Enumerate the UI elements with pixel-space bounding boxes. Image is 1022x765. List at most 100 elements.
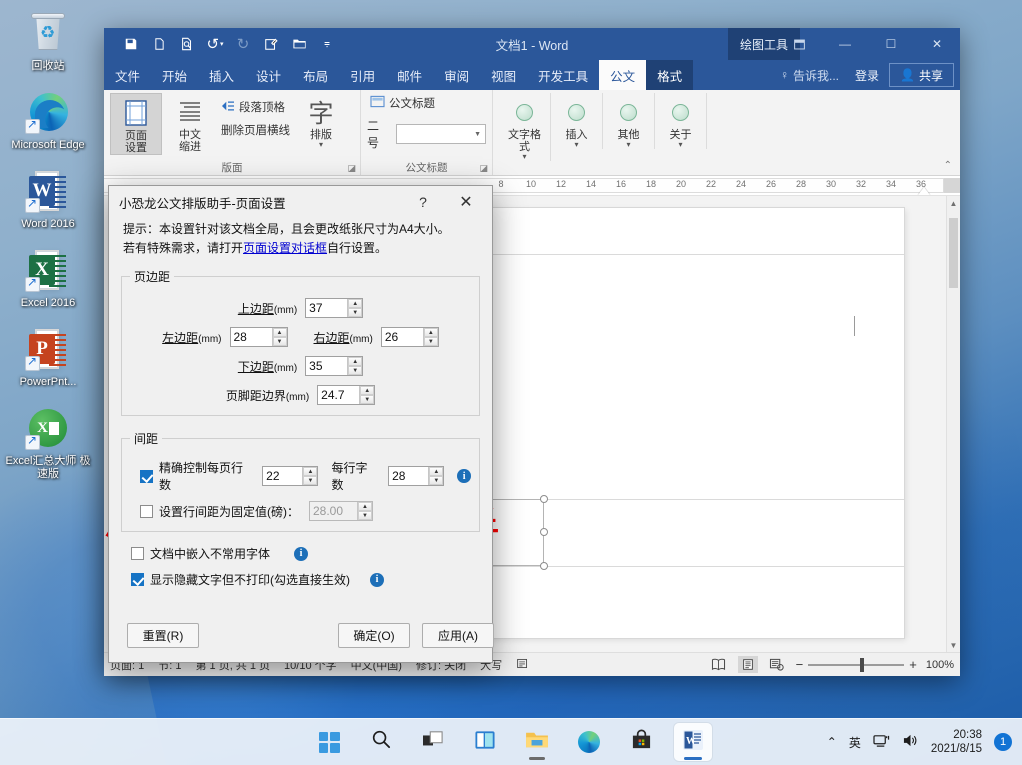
info-icon[interactable]: i [370,572,384,587]
volume-icon[interactable] [902,733,919,751]
spin-up-icon[interactable]: ▲ [358,502,372,511]
spin-up-icon[interactable]: ▲ [429,467,444,476]
desktop-icon-recycle-bin[interactable]: ♻ 回收站 [0,6,96,77]
notification-badge[interactable]: 1 [994,733,1012,751]
clock[interactable]: 20:38 2021/8/15 [931,728,982,756]
left-margin-spinner[interactable]: ▲▼ [229,327,288,347]
desktop-icon-powerpoint[interactable]: P PowerPnt... [0,322,96,393]
indent-marker[interactable] [918,187,930,195]
vertical-scrollbar[interactable]: ▲ ▼ [946,196,960,652]
footer-distance-spinner[interactable]: ▲▼ [317,385,376,405]
tab-insert[interactable]: 插入 [198,60,245,90]
font-name-combo[interactable]: ▼ [396,124,486,144]
tab-view[interactable]: 视图 [480,60,527,90]
redo-icon[interactable]: ↻ [230,32,256,56]
spin-up-icon[interactable]: ▲ [272,328,287,337]
spin-up-icon[interactable]: ▲ [360,386,375,395]
spin-up-icon[interactable]: ▲ [303,467,318,476]
fixed-line-spacing-input[interactable] [310,502,357,520]
edit-icon[interactable] [258,32,284,56]
zoom-out-button[interactable]: − [796,657,804,672]
sign-in-button[interactable]: 登录 [847,60,887,90]
zoom-slider[interactable]: − + [796,657,917,672]
maximize-button[interactable]: ☐ [868,28,914,60]
bottom-margin-spinner[interactable]: ▲▼ [305,356,364,376]
paragraph-align-top-button[interactable]: 段落顶格 [218,97,293,117]
resize-handle-br[interactable] [540,562,548,570]
other-button[interactable]: 其他 ▾ [603,93,655,149]
spin-down-icon[interactable]: ▼ [429,476,444,485]
resize-handle-tr[interactable] [540,495,548,503]
zoom-thumb[interactable] [860,657,865,672]
zoom-level[interactable]: 100% [926,659,954,671]
desktop-icon-word-2016[interactable]: W Word 2016 [0,164,96,235]
font-layout-button[interactable]: 字 排版 ▾ [295,93,347,149]
tab-gongwen[interactable]: 公文 [599,60,647,90]
bottom-margin-input[interactable] [306,357,348,375]
collapse-ribbon-icon[interactable]: ⌃ [944,160,952,171]
taskbar-start-button[interactable] [310,723,348,761]
show-hidden-text-checkbox[interactable] [131,573,144,586]
spin-up-icon[interactable]: ▲ [348,299,363,308]
taskbar-task-view-button[interactable] [414,723,452,761]
spin-down-icon[interactable]: ▼ [272,337,287,346]
spin-up-icon[interactable]: ▲ [423,328,438,337]
taskbar-word-button[interactable]: W [674,723,712,761]
right-margin-spinner[interactable]: ▲▼ [380,327,439,347]
ribbon-display-options-icon[interactable] [776,28,822,60]
spin-down-icon[interactable]: ▼ [360,395,375,404]
close-button[interactable]: ✕ [914,28,960,60]
desktop-icon-microsoft-edge[interactable]: Microsoft Edge [0,85,96,156]
tab-layout[interactable]: 布局 [292,60,339,90]
dialog-close-button[interactable]: ✕ [446,186,486,218]
fixed-line-spacing-spinner[interactable]: ▲▼ [309,501,373,521]
remove-header-line-button[interactable]: 删除页眉横线 [218,120,293,140]
page-setup-dialog-link[interactable]: 页面设置对话框 [243,241,327,255]
zoom-in-button[interactable]: + [909,657,917,672]
left-margin-input[interactable] [230,328,272,346]
spin-down-icon[interactable]: ▼ [423,337,438,346]
tray-chevron-icon[interactable]: ⌃ [827,735,837,749]
customize-qat-icon[interactable]: ⩦ [314,32,340,56]
tab-design[interactable]: 设计 [245,60,292,90]
spin-up-icon[interactable]: ▲ [348,357,363,366]
info-icon[interactable]: i [457,469,471,483]
chinese-indent-button[interactable]: 中文 缩进 [164,93,216,153]
lines-per-page-input[interactable] [263,467,303,485]
print-layout-icon[interactable] [737,656,758,673]
reset-button[interactable]: 重置(R) [127,623,199,648]
apply-button[interactable]: 应用(A) [422,623,494,648]
minimize-button[interactable]: — [822,28,868,60]
text-format-button[interactable]: 文字格式 ▾ [499,93,551,161]
chars-per-line-input[interactable] [389,467,429,485]
about-button[interactable]: 关于 ▾ [655,93,707,149]
undo-icon[interactable]: ↺ ▾ [202,32,228,56]
tab-references[interactable]: 引用 [339,60,386,90]
save-icon[interactable] [118,32,144,56]
ime-indicator[interactable]: 英 [849,734,861,751]
tab-mailings[interactable]: 邮件 [386,60,433,90]
desktop-icon-excel-2016[interactable]: X Excel 2016 [0,243,96,314]
print-preview-icon[interactable] [174,32,200,56]
tab-file[interactable]: 文件 [104,60,151,90]
insert-button[interactable]: 插入 ▾ [551,93,603,149]
taskbar-search-button[interactable] [362,723,400,761]
fixed-line-spacing-checkbox[interactable] [140,504,153,518]
tab-developer[interactable]: 开发工具 [527,60,599,90]
desktop-icon-excel-huizong[interactable]: X Excel汇总大师 极速版 [0,401,96,485]
tab-format[interactable]: 格式 [646,60,694,90]
spin-down-icon[interactable]: ▼ [348,308,363,317]
embed-uncommon-fonts-checkbox[interactable] [131,547,144,560]
taskbar-file-explorer-button[interactable] [518,723,556,761]
proofing-icon[interactable] [516,657,529,673]
footer-distance-input[interactable] [318,386,360,404]
new-document-icon[interactable] [146,32,172,56]
doc-title-button[interactable]: 公文标题 [367,93,438,113]
tab-home[interactable]: 开始 [151,60,198,90]
dialog-launcher-icon[interactable]: ◪ [479,163,488,174]
lines-per-page-spinner[interactable]: ▲▼ [262,466,319,486]
spin-down-icon[interactable]: ▼ [348,366,363,375]
ok-button[interactable]: 确定(O) [338,623,410,648]
zoom-track[interactable] [808,657,905,672]
share-button[interactable]: 👤 共享 [889,63,954,87]
